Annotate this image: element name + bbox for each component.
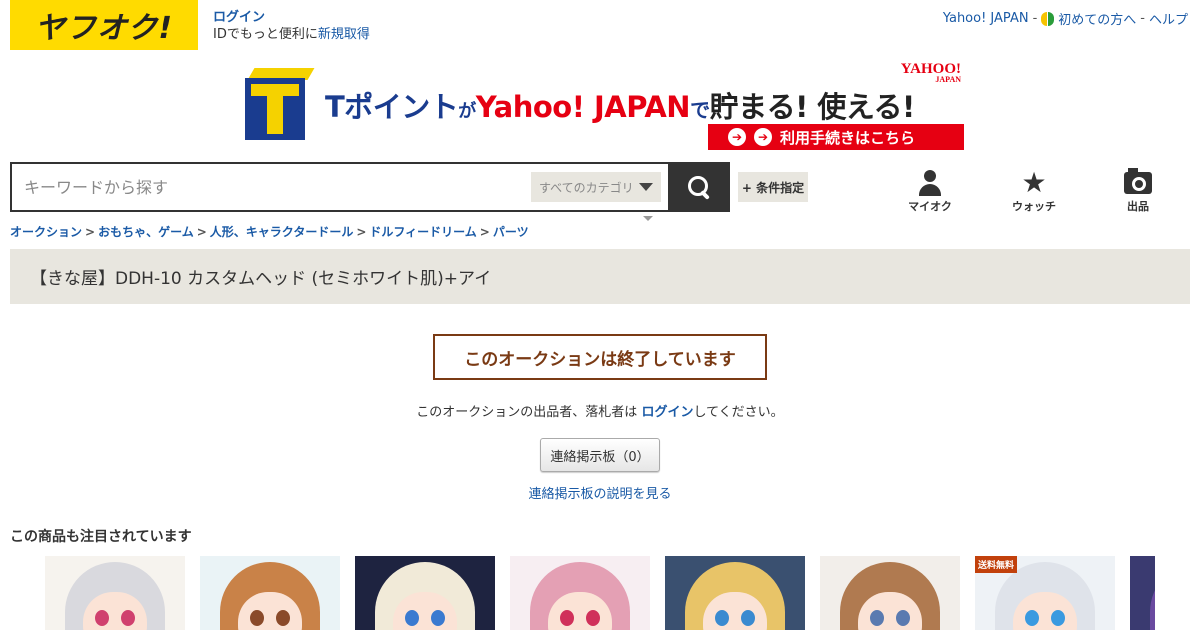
register-link[interactable]: 新規取得 <box>318 27 370 42</box>
recommended-title: この商品も注目されています <box>10 529 192 545</box>
ended-login-note: このオークションの出品者、落札者は ログインしてください。 <box>0 401 1200 420</box>
breadcrumb-item[interactable]: ドルフィードリーム <box>369 225 476 239</box>
item-title: 【きな屋】DDH-10 カスタムヘッド (セミホワイト肌)+アイ <box>30 269 492 289</box>
product-thumbnail <box>665 556 805 630</box>
banner-ga: が <box>458 101 476 122</box>
nav-myauction[interactable]: マイオク <box>890 168 970 214</box>
search-bar: すべてのカテゴリ <box>10 162 670 212</box>
recommended-list: 送料無料 <box>45 556 1155 630</box>
banner-yahoo: Yahoo! JAPAN <box>475 90 691 124</box>
top-links: Yahoo! JAPAN - 初めての方へ - ヘルプ <box>943 9 1188 28</box>
breadcrumb-item[interactable]: 人形、キャラクタードール <box>210 225 354 239</box>
person-icon <box>919 170 941 196</box>
logo-text: ヤフオク! <box>34 11 174 46</box>
product-thumbnail <box>355 556 495 630</box>
breadcrumb-item[interactable]: おもちゃ、ゲーム <box>98 225 194 239</box>
banner-headline: TポイントがYahoo! JAPANで貯まる! 使える! <box>325 84 915 126</box>
product-thumbnail <box>1130 556 1155 630</box>
product-thumbnail <box>820 556 960 630</box>
japan-logo-text: JAPAN <box>935 75 961 84</box>
recommended-item[interactable] <box>665 556 805 630</box>
nav-myauction-label: マイオク <box>908 200 952 213</box>
product-thumbnail <box>510 556 650 630</box>
recommended-item[interactable] <box>510 556 650 630</box>
recommended-item[interactable] <box>820 556 960 630</box>
breadcrumb-item[interactable]: オークション <box>10 225 82 239</box>
recommended-item[interactable]: 送料無料 <box>975 556 1115 630</box>
ended-note-prefix: このオークションの出品者、落札者は <box>416 405 642 420</box>
ended-login-link[interactable]: ログイン <box>641 405 693 420</box>
recommended-item[interactable] <box>200 556 340 630</box>
toplink-separator: - <box>1140 11 1145 26</box>
category-select[interactable]: すべてのカテゴリ <box>531 172 661 202</box>
banner-tpoint: Tポイント <box>325 90 459 124</box>
breadcrumb-separator: > <box>356 225 367 239</box>
ended-note-suffix: してください。 <box>693 405 784 420</box>
product-thumbnail <box>45 556 185 630</box>
nav-sell[interactable]: 出品 <box>1098 168 1178 214</box>
banner-de: で <box>690 98 710 122</box>
item-title-bar: 【きな屋】DDH-10 カスタムヘッド (セミホワイト肌)+アイ <box>10 249 1190 304</box>
contact-board-help-link[interactable]: 連絡掲示板の説明を見る <box>0 483 1200 502</box>
yahoo-japan-link[interactable]: Yahoo! JAPAN <box>943 11 1029 26</box>
arrow-right-icon: ➔ <box>754 128 772 146</box>
breadcrumb-separator: > <box>479 225 490 239</box>
login-box: ログイン IDでもっと便利に新規取得 <box>213 9 370 43</box>
toplink-separator: - <box>1032 11 1038 26</box>
chevron-down-icon <box>643 216 653 221</box>
beginner-guide-link[interactable]: 初めての方へ <box>1058 9 1136 28</box>
help-link[interactable]: ヘルプ <box>1149 9 1188 28</box>
banner-cta-button[interactable]: ➔ ➔ 利用手続きはこちら <box>708 124 964 150</box>
nav-watch[interactable]: ★ ウォッチ <box>994 168 1074 214</box>
nav-sell-label: 出品 <box>1127 200 1149 213</box>
category-select-value: すべてのカテゴリ <box>539 180 634 195</box>
tpoint-banner[interactable]: TポイントがYahoo! JAPANで貯まる! 使える! YAHOO! JAPA… <box>245 62 965 150</box>
auction-ended-notice: このオークションは終了しています <box>433 334 767 380</box>
product-thumbnail <box>200 556 340 630</box>
star-icon: ★ <box>1021 166 1047 199</box>
banner-main: 貯まる! 使える! <box>709 90 916 124</box>
recommended-item[interactable] <box>1130 556 1155 630</box>
tpoint-cube-icon <box>245 68 315 140</box>
login-link[interactable]: ログイン <box>213 9 370 26</box>
recommended-item[interactable] <box>355 556 495 630</box>
breadcrumb-item[interactable]: パーツ <box>493 225 529 239</box>
beginner-mark-icon <box>1041 11 1055 26</box>
breadcrumb-separator: > <box>85 225 96 239</box>
search-button[interactable] <box>668 162 730 212</box>
header-nav: マイオク ★ ウォッチ 出品 <box>880 168 1190 214</box>
breadcrumb-separator: > <box>196 225 207 239</box>
nav-watch-label: ウォッチ <box>1012 200 1056 213</box>
free-shipping-badge: 送料無料 <box>975 556 1018 573</box>
contact-board-button[interactable]: 連絡掲示板（0） <box>540 438 660 472</box>
chevron-down-icon <box>639 183 653 191</box>
search-input[interactable] <box>12 164 522 210</box>
login-sub: IDでもっと便利に新規取得 <box>213 27 370 42</box>
condition-button[interactable]: + 条件指定 <box>738 172 808 202</box>
login-sub-text: IDでもっと便利に <box>213 27 318 42</box>
yahoo-japan-logo: YAHOO! JAPAN <box>901 62 961 84</box>
banner-cta-label: 利用手続きはこちら <box>780 128 916 147</box>
search-icon <box>688 176 710 198</box>
breadcrumb: オークション > おもちゃ、ゲーム > 人形、キャラクタードール > ドルフィードリーム > パ… <box>10 223 529 240</box>
yahuoku-logo[interactable]: ヤフオク! <box>10 0 198 50</box>
recommended-item[interactable] <box>45 556 185 630</box>
arrow-right-icon: ➔ <box>728 128 746 146</box>
camera-icon <box>1124 168 1152 194</box>
